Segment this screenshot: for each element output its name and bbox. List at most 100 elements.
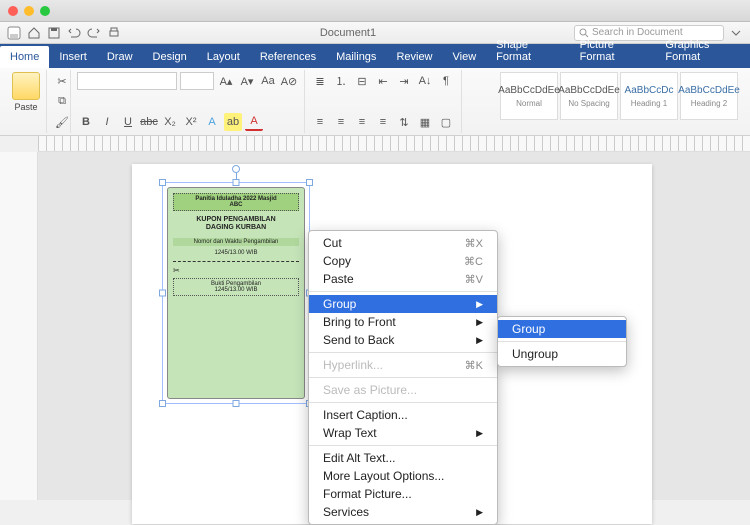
font-size-select[interactable] <box>180 72 214 90</box>
menu-copy[interactable]: Copy⌘C <box>309 252 497 270</box>
tab-mailings[interactable]: Mailings <box>326 46 386 68</box>
autosave-icon[interactable] <box>6 25 22 41</box>
undo-icon[interactable] <box>66 25 82 41</box>
sort-icon[interactable]: A↓ <box>416 72 434 90</box>
show-marks-icon[interactable]: ¶ <box>437 72 455 90</box>
menu-format-picture[interactable]: Format Picture... <box>309 485 497 503</box>
tab-home[interactable]: Home <box>0 46 49 68</box>
font-group: A▴ A▾ Aa A⊘ B I U abc X₂ X² A ab A <box>71 70 305 133</box>
tab-references[interactable]: References <box>250 46 326 68</box>
menu-save-as-picture: Save as Picture... <box>309 381 497 399</box>
text-effects-icon[interactable]: A <box>203 113 221 131</box>
resize-handle-b[interactable] <box>233 400 240 407</box>
tab-graphics-format[interactable]: Graphics Format <box>655 34 750 68</box>
coupon-value-2: 1245/13.00 WIB <box>176 287 296 293</box>
style-heading-2[interactable]: AaBbCcDdEeHeading 2 <box>680 72 738 120</box>
style-heading-1[interactable]: AaBbCcDcHeading 1 <box>620 72 678 120</box>
menu-send-to-back[interactable]: Send to Back▶ <box>309 331 497 349</box>
coupon-header: Panitia Iduladha 2022 Masjid ABC <box>173 193 299 211</box>
tab-view[interactable]: View <box>443 46 487 68</box>
horizontal-ruler[interactable] <box>38 136 750 152</box>
superscript-button[interactable]: X² <box>182 113 200 131</box>
numbering-icon[interactable]: ⒈ <box>332 72 350 90</box>
zoom-window-button[interactable] <box>40 6 50 16</box>
italic-button[interactable]: I <box>98 113 116 131</box>
mac-titlebar <box>0 0 750 22</box>
menu-edit-alt-text[interactable]: Edit Alt Text... <box>309 449 497 467</box>
tab-design[interactable]: Design <box>143 46 197 68</box>
save-icon[interactable] <box>46 25 62 41</box>
tab-layout[interactable]: Layout <box>197 46 250 68</box>
cut-icon[interactable]: ✂ <box>53 72 71 90</box>
align-right-icon[interactable]: ≡ <box>353 113 371 131</box>
tab-draw[interactable]: Draw <box>97 46 143 68</box>
indent-right-icon[interactable]: ⇥ <box>395 72 413 90</box>
underline-button[interactable]: U <box>119 113 137 131</box>
resize-handle-bl[interactable] <box>159 400 166 407</box>
menu-wrap-text[interactable]: Wrap Text▶ <box>309 424 497 442</box>
menu-more-layout-options[interactable]: More Layout Options... <box>309 467 497 485</box>
paste-group[interactable]: Paste <box>6 70 47 133</box>
highlight-button[interactable]: ab <box>224 113 242 131</box>
menu-cut[interactable]: Cut⌘X <box>309 234 497 252</box>
selected-shape-group[interactable]: Panitia Iduladha 2022 Masjid ABC KUPON P… <box>162 182 310 404</box>
vertical-ruler[interactable] <box>0 152 38 500</box>
rotate-handle[interactable] <box>232 165 240 173</box>
tab-picture-format[interactable]: Picture Format <box>570 34 656 68</box>
minimize-window-button[interactable] <box>24 6 34 16</box>
close-window-button[interactable] <box>8 6 18 16</box>
submenu-ungroup[interactable]: Ungroup <box>498 345 626 363</box>
paste-label: Paste <box>14 102 37 112</box>
submenu-arrow-icon: ▶ <box>476 299 483 310</box>
menu-group[interactable]: Group▶ <box>309 295 497 313</box>
coupon-receipt-box: Bukti Pengambilan 1245/13.00 WIB <box>173 278 299 296</box>
menu-insert-caption[interactable]: Insert Caption... <box>309 406 497 424</box>
multilevel-icon[interactable]: ⊟ <box>353 72 371 90</box>
align-center-icon[interactable]: ≡ <box>332 113 350 131</box>
indent-left-icon[interactable]: ⇤ <box>374 72 392 90</box>
traffic-lights <box>8 6 50 16</box>
paragraph-group: ≣ ⒈ ⊟ ⇤ ⇥ A↓ ¶ ≡ ≡ ≡ ≡ ⇅ ▦ ▢ <box>305 70 462 133</box>
resize-handle-tr[interactable] <box>306 179 313 186</box>
document-page[interactable]: Panitia Iduladha 2022 Masjid ABC KUPON P… <box>132 164 652 524</box>
submenu-arrow-icon: ▶ <box>476 335 483 346</box>
bold-button[interactable]: B <box>77 113 95 131</box>
coupon-shape: Panitia Iduladha 2022 Masjid ABC KUPON P… <box>167 187 305 399</box>
subscript-button[interactable]: X₂ <box>161 113 179 131</box>
resize-handle-t[interactable] <box>233 179 240 186</box>
borders-icon[interactable]: ▢ <box>437 113 455 131</box>
print-icon[interactable] <box>106 25 122 41</box>
tab-review[interactable]: Review <box>386 46 442 68</box>
style-no-spacing[interactable]: AaBbCcDdEeNo Spacing <box>560 72 618 120</box>
justify-icon[interactable]: ≡ <box>374 113 392 131</box>
style-normal[interactable]: AaBbCcDdEeNormal <box>500 72 558 120</box>
format-painter-icon[interactable]: 🖌 <box>53 113 71 131</box>
submenu-group[interactable]: Group <box>498 320 626 338</box>
tab-insert[interactable]: Insert <box>49 46 97 68</box>
clear-format-icon[interactable]: A⊘ <box>280 72 298 90</box>
change-case-icon[interactable]: Aa <box>259 72 277 90</box>
tab-shape-format[interactable]: Shape Format <box>486 34 570 68</box>
resize-handle-tl[interactable] <box>159 179 166 186</box>
menu-bring-to-front[interactable]: Bring to Front▶ <box>309 313 497 331</box>
menu-paste[interactable]: Paste⌘V <box>309 270 497 288</box>
line-spacing-icon[interactable]: ⇅ <box>395 113 413 131</box>
resize-handle-l[interactable] <box>159 290 166 297</box>
grow-font-icon[interactable]: A▴ <box>217 72 235 90</box>
font-name-select[interactable] <box>77 72 177 90</box>
paste-icon <box>12 72 40 100</box>
home-icon[interactable] <box>26 25 42 41</box>
shrink-font-icon[interactable]: A▾ <box>238 72 256 90</box>
font-color-button[interactable]: A <box>245 113 263 131</box>
submenu-arrow-icon: ▶ <box>476 428 483 439</box>
align-left-icon[interactable]: ≡ <box>311 113 329 131</box>
redo-icon[interactable] <box>86 25 102 41</box>
menu-hyperlink: Hyperlink...⌘K <box>309 356 497 374</box>
menu-services[interactable]: Services▶ <box>309 503 497 521</box>
menu-separator <box>498 341 626 342</box>
shading-icon[interactable]: ▦ <box>416 113 434 131</box>
strike-button[interactable]: abc <box>140 113 158 131</box>
bullets-icon[interactable]: ≣ <box>311 72 329 90</box>
copy-icon[interactable]: ⧉ <box>53 93 71 111</box>
menu-separator <box>309 402 497 403</box>
